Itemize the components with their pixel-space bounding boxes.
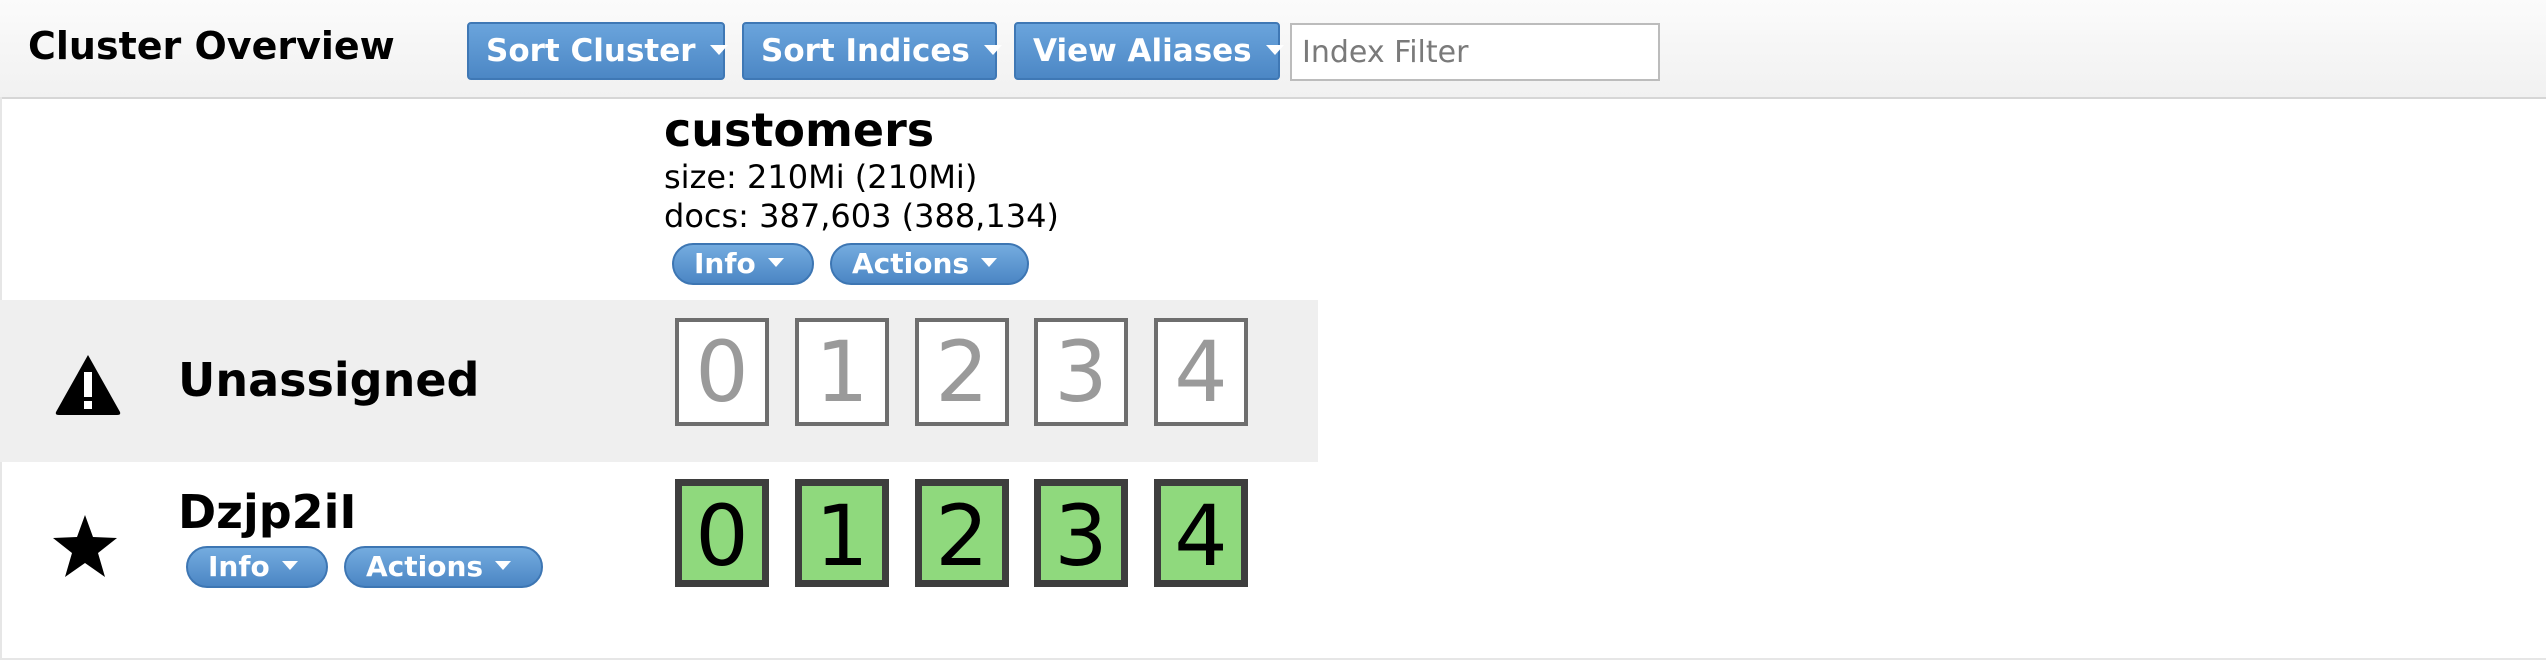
- sort-indices-label: Sort Indices: [761, 33, 970, 69]
- chevron-down-icon: [981, 257, 998, 267]
- node-shard[interactable]: 0: [675, 479, 769, 587]
- index-docs: docs: 387,603 (388,134): [664, 197, 1059, 235]
- divider: [0, 658, 2546, 660]
- chevron-down-icon: [495, 560, 512, 570]
- index-name: customers: [664, 103, 935, 157]
- node-shard[interactable]: 2: [915, 479, 1009, 587]
- view-aliases-button[interactable]: View Aliases: [1014, 22, 1284, 80]
- index-filter-input[interactable]: [1290, 23, 1660, 81]
- sort-cluster-button[interactable]: Sort Cluster: [467, 22, 728, 80]
- node-actions-button[interactable]: Actions: [344, 546, 543, 588]
- warning-icon: [55, 355, 121, 415]
- unassigned-label: Unassigned: [178, 353, 480, 407]
- chevron-down-icon: [281, 560, 298, 570]
- node-shard[interactable]: 1: [795, 479, 889, 587]
- index-info-label: Info: [694, 247, 756, 280]
- view-aliases-label: View Aliases: [1033, 33, 1252, 69]
- unassigned-shard[interactable]: 3: [1034, 318, 1128, 426]
- star-icon: [53, 515, 117, 577]
- node-info-button[interactable]: Info: [186, 546, 328, 588]
- chevron-down-icon: [767, 257, 784, 267]
- cluster-header: Cluster Overview Sort Cluster Sort Indic…: [0, 0, 2546, 99]
- sort-indices-button[interactable]: Sort Indices: [742, 22, 1002, 80]
- unassigned-shard[interactable]: 2: [915, 318, 1009, 426]
- node-info-label: Info: [208, 550, 270, 583]
- index-actions-button[interactable]: Actions: [830, 243, 1029, 285]
- chevron-down-icon: [709, 44, 728, 55]
- node-shard[interactable]: 3: [1034, 479, 1128, 587]
- unassigned-shard[interactable]: 1: [795, 318, 889, 426]
- node-actions-label: Actions: [366, 550, 484, 583]
- index-size: size: 210Mi (210Mi): [664, 158, 978, 196]
- index-actions-label: Actions: [852, 247, 970, 280]
- chevron-down-icon: [1265, 44, 1284, 55]
- node-shard[interactable]: 4: [1154, 479, 1248, 587]
- unassigned-shard[interactable]: 4: [1154, 318, 1248, 426]
- node-name: Dzjp2iI: [178, 485, 357, 539]
- chevron-down-icon: [983, 44, 1002, 55]
- index-info-button[interactable]: Info: [672, 243, 814, 285]
- sort-cluster-label: Sort Cluster: [486, 33, 696, 69]
- page-title: Cluster Overview: [28, 24, 395, 68]
- unassigned-shard[interactable]: 0: [675, 318, 769, 426]
